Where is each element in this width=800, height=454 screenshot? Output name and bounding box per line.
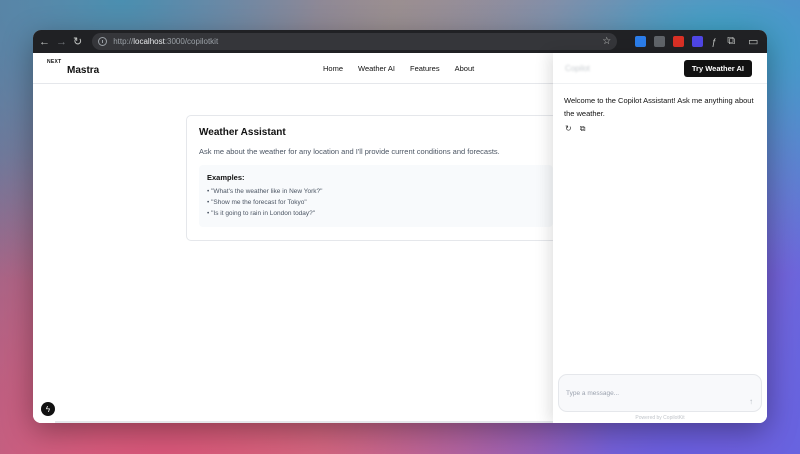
examples-box: Examples: "What's the weather like in Ne… [199, 165, 553, 227]
address-bar[interactable]: http://localhost:3000/copilotkit ☆ [92, 33, 618, 50]
card-description: Ask me about the weather for any locatio… [199, 147, 500, 156]
forward-icon[interactable]: → [56, 36, 67, 48]
extension-icon[interactable] [654, 36, 666, 47]
nextjs-dev-indicator-icon[interactable]: ϟ [41, 402, 55, 416]
web-page: NEXT Mastra Home Weather AI Features Abo… [33, 53, 767, 423]
back-icon[interactable]: ← [39, 36, 50, 48]
card-title: Weather Assistant [199, 127, 286, 138]
try-weather-ai-button[interactable]: Try Weather AI [683, 60, 752, 77]
extension-icon[interactable] [692, 36, 704, 47]
extension-icon[interactable] [673, 36, 685, 47]
url-text: http://localhost:3000/copilotkit [113, 37, 219, 46]
nav-link-about[interactable]: About [455, 64, 475, 73]
assistant-message: Welcome to the Copilot Assistant! Ask me… [564, 96, 754, 118]
reload-icon[interactable]: ↻ [73, 35, 82, 48]
list-item: "Show me the forecast for Tokyo" [207, 197, 545, 208]
copilot-title: Copilot [565, 63, 590, 73]
puzzle-icon[interactable]: ⧉ [724, 35, 738, 48]
browser-window: ← → ↻ http://localhost:3000/copilotkit ☆… [33, 30, 767, 423]
extensions-row: ƒ ⧉ ▭ ⋮ [635, 35, 767, 48]
extension-icon[interactable] [635, 36, 647, 47]
examples-title: Examples: [207, 173, 245, 182]
nav-links: Home Weather AI Features About [323, 53, 474, 84]
sidebar-icon[interactable]: ▭ [746, 35, 760, 48]
logo-main-text: Mastra [67, 65, 100, 76]
message-actions: ↻ ⧉ [553, 120, 767, 138]
bookmark-star-icon[interactable]: ☆ [602, 36, 611, 47]
bottom-scroll-indicator [55, 421, 555, 423]
list-item: "Is it going to rain in London today?" [207, 208, 545, 219]
examples-list: "What's the weather like in New York?" "… [207, 186, 545, 219]
copilot-panel: Copilot Welcome to the Copilot Assistant… [553, 53, 767, 423]
nav-link-features[interactable]: Features [410, 64, 440, 73]
weather-assistant-card: Weather Assistant Ask me about the weath… [186, 115, 566, 241]
extension-icon[interactable]: ƒ [711, 37, 716, 47]
site-info-icon[interactable] [98, 37, 108, 46]
regenerate-icon[interactable]: ↻ [565, 124, 572, 134]
powered-by-text: Powered by CopilotKit [635, 415, 685, 421]
send-icon[interactable]: ↑ [749, 397, 753, 406]
copy-icon[interactable]: ⧉ [580, 124, 586, 134]
input-placeholder: Type a message... [566, 390, 620, 397]
nav-link-weather-ai[interactable]: Weather AI [358, 64, 395, 73]
list-item: "What's the weather like in New York?" [207, 186, 545, 197]
message-input[interactable]: Type a message... ↑ [558, 374, 762, 412]
site-logo[interactable]: NEXT Mastra [47, 60, 99, 76]
browser-toolbar: ← → ↻ http://localhost:3000/copilotkit ☆… [33, 30, 767, 53]
nav-link-home[interactable]: Home [323, 64, 343, 73]
